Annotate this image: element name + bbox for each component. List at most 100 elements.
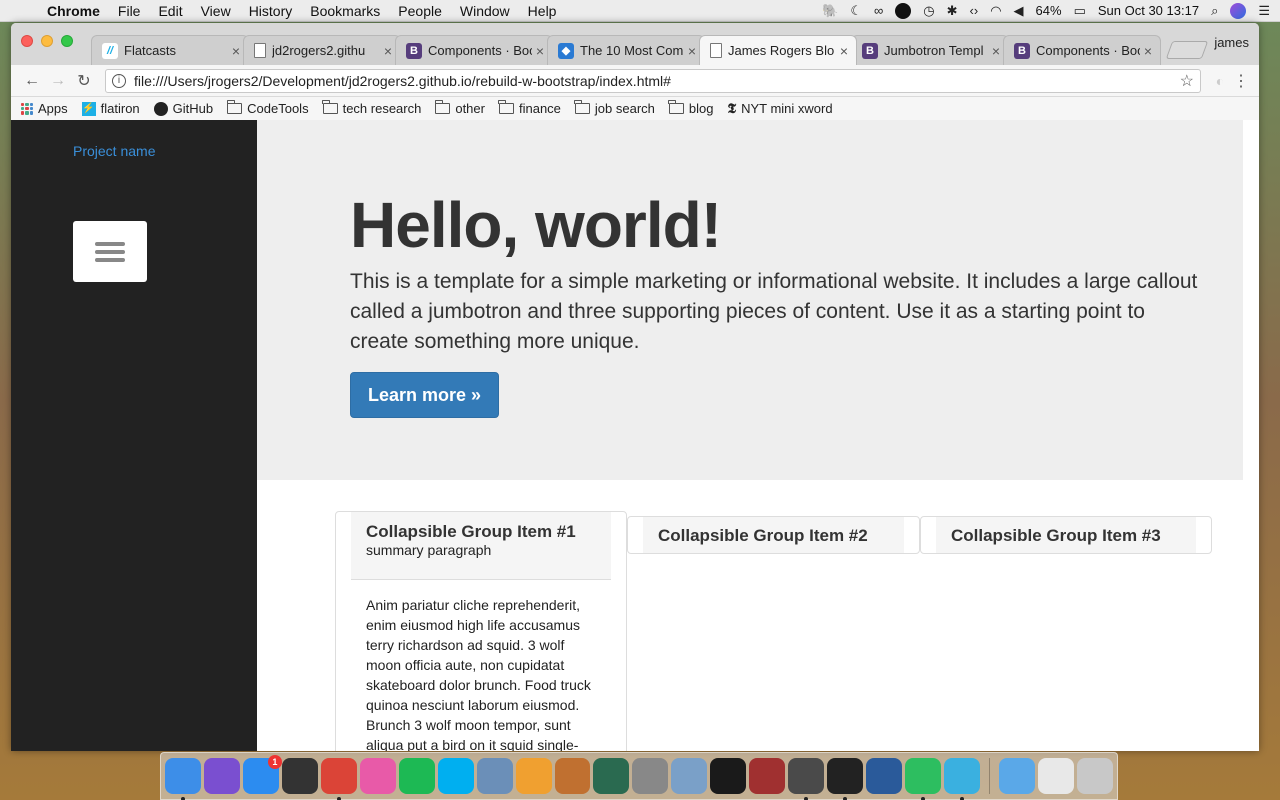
bookmark-apps[interactable]: Apps xyxy=(21,101,68,116)
close-tab-icon[interactable]: × xyxy=(232,43,240,59)
minimize-window-button[interactable] xyxy=(41,35,53,47)
dock-skype-icon[interactable] xyxy=(437,758,474,794)
panel-title[interactable]: Collapsible Group Item #2 xyxy=(658,526,868,546)
dock-documents-icon[interactable] xyxy=(1037,758,1074,794)
bookmark-flatiron[interactable]: ⚡ flatiron xyxy=(81,101,140,116)
dock-applications-icon[interactable] xyxy=(999,758,1035,794)
menu-history[interactable]: History xyxy=(240,3,302,19)
dock-dashboard-icon[interactable] xyxy=(281,758,318,794)
close-tab-icon[interactable]: × xyxy=(688,43,696,59)
dock-itunes-icon[interactable] xyxy=(359,758,396,794)
menu-window[interactable]: Window xyxy=(451,3,519,19)
dock-trash-icon[interactable] xyxy=(1076,758,1113,794)
dock-evernote-icon[interactable] xyxy=(905,758,942,800)
tab-jd2rogers2-github[interactable]: jd2rogers2.githu × xyxy=(243,35,401,65)
bookmark-folder-blog[interactable]: blog xyxy=(668,100,713,116)
extension-icon[interactable]: ◐ xyxy=(1209,73,1231,89)
dock-system-preferences-icon[interactable] xyxy=(632,758,669,794)
bookmark-folder-codetools[interactable]: CodeTools xyxy=(226,100,309,116)
dock-app-store-icon[interactable]: 1 xyxy=(242,755,282,794)
dock-sublime-text-icon[interactable] xyxy=(788,758,825,800)
dock-kindle-icon[interactable] xyxy=(710,758,747,794)
url-text[interactable]: file:///Users/jrogers2/Development/jd2ro… xyxy=(134,73,1180,89)
forward-arrow-icon[interactable]: → xyxy=(45,72,71,90)
close-tab-icon[interactable]: × xyxy=(992,43,1000,59)
dock-time-machine-icon[interactable] xyxy=(593,758,630,794)
blue-favicon-icon: ◆ xyxy=(558,42,574,59)
panel-heading[interactable]: Collapsible Group Item #2 xyxy=(643,517,904,553)
dock-chrome-icon[interactable] xyxy=(320,758,357,800)
panel-title[interactable]: Collapsible Group Item #1 xyxy=(366,522,576,542)
tab-10-most-common[interactable]: ◆ The 10 Most Com × xyxy=(547,35,705,65)
code-status-icon[interactable]: ‹› xyxy=(970,3,979,18)
menu-file[interactable]: File xyxy=(109,3,150,19)
maximize-window-button[interactable] xyxy=(61,35,73,47)
bookmark-github[interactable]: GitHub xyxy=(153,101,213,116)
hamburger-icon[interactable] xyxy=(73,221,147,282)
dock-spotify-icon[interactable] xyxy=(398,758,435,794)
dock-preview-2-icon[interactable] xyxy=(671,758,708,794)
menu-bookmarks[interactable]: Bookmarks xyxy=(301,3,389,19)
menu-people[interactable]: People xyxy=(389,3,451,19)
folder-icon xyxy=(434,100,451,114)
dock-garageband-icon[interactable] xyxy=(554,758,591,794)
panel-heading[interactable]: Collapsible Group Item #1 summary paragr… xyxy=(351,512,611,579)
profile-button[interactable]: james xyxy=(1214,35,1249,50)
tab-james-rogers-blog[interactable]: James Rogers Blo × xyxy=(699,35,857,65)
tab-components-bootstrap[interactable]: B Components · Boo × xyxy=(395,35,553,65)
spotlight-search-icon[interactable]: ⌕ xyxy=(1211,3,1218,19)
battery-percent[interactable]: 64% xyxy=(1036,3,1062,18)
tab-components-bootstrap-2[interactable]: B Components · Boo × xyxy=(1003,35,1161,65)
learn-more-button[interactable]: Learn more » xyxy=(350,372,500,418)
panel-heading[interactable]: Collapsible Group Item #3 xyxy=(936,517,1196,553)
tab-jumbotron-template[interactable]: B Jumbotron Templ × xyxy=(851,35,1009,65)
dock-siri-icon[interactable] xyxy=(203,758,240,794)
bolt-status-icon[interactable] xyxy=(895,2,912,19)
chrome-menu-icon[interactable]: ⋮ xyxy=(1231,71,1251,91)
notification-center-icon[interactable]: ☰ xyxy=(1258,3,1270,19)
moon-status-icon[interactable]: ☾ xyxy=(850,3,862,19)
reload-icon[interactable]: ↻ xyxy=(71,71,97,91)
bookmark-folder-finance[interactable]: finance xyxy=(498,100,561,116)
chrome-window: // Flatcasts × jd2rogers2.githu × B Comp… xyxy=(11,23,1259,751)
dock-spark-icon[interactable] xyxy=(944,758,981,800)
wifi-icon[interactable]: ◠ xyxy=(990,3,1001,19)
bookmark-star-icon[interactable]: ☆ xyxy=(1180,71,1194,91)
menu-chrome[interactable]: Chrome xyxy=(38,3,109,19)
page-info-icon[interactable]: i xyxy=(112,73,126,88)
dock-photos-icon[interactable] xyxy=(515,758,552,794)
time-machine-status-icon[interactable]: ◷ xyxy=(923,3,934,19)
menu-edit[interactable]: Edit xyxy=(149,3,191,19)
menu-view[interactable]: View xyxy=(192,3,240,19)
menu-help[interactable]: Help xyxy=(519,3,566,19)
dock-dictionary-icon[interactable] xyxy=(749,758,786,794)
new-tab-button[interactable] xyxy=(1165,41,1209,59)
menubar-clock[interactable]: Sun Oct 30 13:17 xyxy=(1098,3,1199,18)
bookmark-folder-tech-research[interactable]: tech research xyxy=(322,100,421,116)
tab-flatcasts[interactable]: // Flatcasts × xyxy=(91,35,249,65)
close-tab-icon[interactable]: × xyxy=(840,43,848,59)
close-tab-icon[interactable]: × xyxy=(536,43,544,59)
bluetooth-status-icon[interactable]: ✱ xyxy=(947,3,958,19)
battery-icon[interactable]: ▭ xyxy=(1074,3,1086,19)
panel-divider xyxy=(351,579,611,580)
close-tab-icon[interactable]: × xyxy=(1144,43,1152,59)
panel-title[interactable]: Collapsible Group Item #3 xyxy=(951,526,1161,546)
dock-preview-icon[interactable] xyxy=(476,758,513,794)
address-bar[interactable]: i file:///Users/jrogers2/Development/jd2… xyxy=(105,68,1201,93)
infinity-status-icon[interactable]: ∞ xyxy=(874,3,883,18)
back-arrow-icon[interactable]: ← xyxy=(19,72,45,90)
dock-finder-icon[interactable] xyxy=(165,758,201,800)
dock-quicktime-icon[interactable] xyxy=(866,758,903,794)
project-name-link[interactable]: Project name xyxy=(73,143,155,159)
volume-icon[interactable]: ◀ xyxy=(1014,3,1024,19)
bookmark-label: other xyxy=(455,101,485,116)
close-window-button[interactable] xyxy=(21,35,33,47)
evernote-status-icon[interactable]: 🐘 xyxy=(822,3,838,19)
dock-terminal-icon[interactable] xyxy=(827,758,864,800)
siri-icon[interactable] xyxy=(1230,2,1247,19)
bookmark-folder-job-search[interactable]: job search xyxy=(574,100,655,116)
bookmark-folder-other[interactable]: other xyxy=(434,100,485,116)
close-tab-icon[interactable]: × xyxy=(384,43,392,59)
bookmark-nyt-mini-xword[interactable]: 𝕿 NYT mini xword xyxy=(727,101,832,117)
